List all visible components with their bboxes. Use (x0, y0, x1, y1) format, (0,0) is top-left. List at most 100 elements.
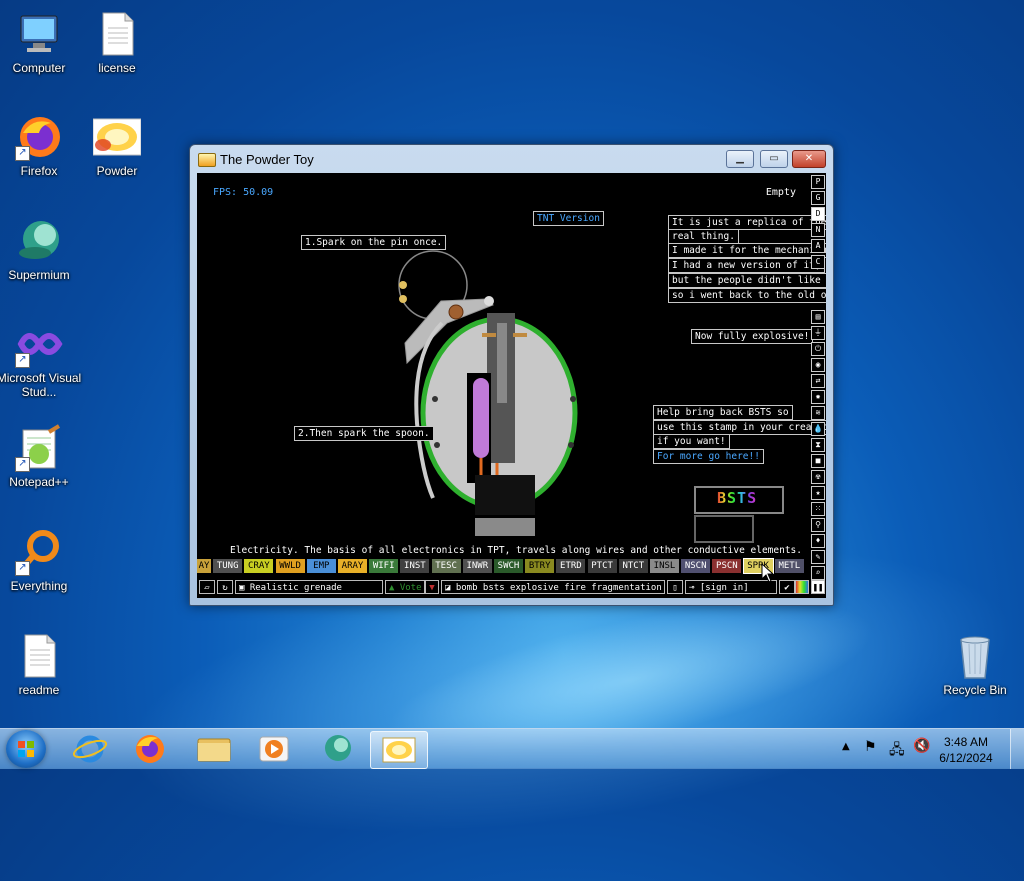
element-button-tung[interactable]: TUNG (213, 559, 243, 573)
maximize-button[interactable]: ▭ (760, 150, 788, 168)
sign-replica-5[interactable]: but the people didn't like it, (668, 273, 826, 288)
taskbar-firefox[interactable] (122, 731, 178, 767)
element-button-insl[interactable]: INSL (650, 559, 679, 573)
category-radioactive-icon[interactable]: ☢ (811, 470, 825, 484)
taskbar-internet-explorer[interactable] (62, 731, 118, 767)
sign-replica-6[interactable]: so i went back to the old one! (668, 288, 826, 303)
desktop-icon-firefox[interactable]: ↗ Firefox (0, 113, 82, 178)
element-button-cray[interactable]: CRAY (244, 559, 274, 573)
desktop-icon-recycle-bin[interactable]: Recycle Bin (932, 632, 1018, 697)
taskbar-supermium[interactable] (310, 731, 366, 767)
tags-field[interactable]: ◪ bomb bsts explosive fire fragmentation… (441, 580, 665, 594)
game-canvas[interactable]: FPS: 50.09 Empty BSTS TNT Version 1.Spar… (197, 173, 826, 598)
element-button-wifi[interactable]: WIFI (369, 559, 399, 573)
close-button[interactable]: ✕ (792, 150, 826, 168)
taskbar-file-explorer[interactable] (186, 731, 242, 767)
category-sensors-icon[interactable]: ◉ (811, 358, 825, 372)
element-button-aray[interactable]: ARAY (338, 559, 367, 573)
start-button[interactable] (6, 730, 46, 768)
element-button-ntct[interactable]: NTCT (618, 559, 648, 573)
category-gases-icon[interactable]: ≋ (811, 406, 825, 420)
volume-muted-icon[interactable]: 🔇 (913, 738, 930, 778)
sign-tnt-version[interactable]: TNT Version (533, 211, 604, 226)
element-button-pscn[interactable]: PSCN (712, 559, 742, 573)
side-button-g[interactable]: G (811, 191, 825, 205)
desktop-icon-powder[interactable]: Powder (74, 113, 160, 178)
sign-bsts-2[interactable]: use this stamp in your creatio (653, 420, 826, 435)
side-button-p[interactable]: P (811, 175, 825, 189)
taskbar-media-player[interactable] (246, 731, 302, 767)
close-icon: ✕ (804, 153, 814, 164)
category-tools-icon[interactable]: ⚲ (811, 518, 825, 532)
category-liquids-icon[interactable]: 💧 (811, 422, 825, 436)
desktop-icon-computer[interactable]: Computer (0, 10, 82, 75)
window-titlebar[interactable]: The Powder Toy ▁ ▭ ✕ (190, 145, 833, 173)
save-name-field[interactable]: ▣ Realistic grenade (235, 580, 383, 594)
shortcut-arrow-icon: ↗ (15, 457, 30, 472)
element-button-swch[interactable]: SWCH (494, 559, 523, 573)
element-button-wwld[interactable]: WWLD (275, 559, 305, 573)
element-button-inst[interactable]: INST (400, 559, 430, 573)
desktop-icon-supermium[interactable]: Supermium (0, 217, 82, 282)
category-special-icon[interactable]: ★ (811, 486, 825, 500)
element-button-emp[interactable]: EMP (306, 559, 336, 573)
visual-studio-icon: ↗ (15, 320, 63, 368)
category-powders-icon[interactable]: ⧗ (811, 438, 825, 452)
sign-replica-4[interactable]: I had a new version of it, (668, 258, 825, 273)
minimize-button[interactable]: ▁ (726, 150, 754, 168)
sign-replica-3[interactable]: I made it for the mechanism. (668, 243, 826, 258)
category-powered-icon[interactable]: ⏻ (811, 342, 825, 356)
action-center-flag-icon[interactable]: ⚑ (864, 739, 877, 779)
new-simulation-button[interactable]: ▯ (667, 580, 683, 594)
vote-down-button[interactable]: ▼ (425, 580, 439, 594)
mouse-cursor-icon (761, 563, 775, 583)
reload-button[interactable]: ↻ (217, 580, 233, 594)
sign-bsts-link[interactable]: For more go here!! (653, 449, 764, 464)
settings-button[interactable]: ✔ (779, 580, 795, 594)
element-button-etrd[interactable]: ETRD (556, 559, 586, 573)
desktop-icon-everything[interactable]: ↗ Everything (0, 528, 82, 593)
pause-button[interactable]: ❚❚ (811, 580, 825, 594)
side-button-d[interactable]: D (811, 207, 825, 221)
category-force-icon[interactable]: ⇄ (811, 374, 825, 388)
tray-expand-icon[interactable]: ▲ (842, 741, 850, 781)
element-button-inwr[interactable]: INWR (462, 559, 492, 573)
category-favorites-icon[interactable]: ♦ (811, 534, 825, 548)
vote-up-button[interactable]: ▲ Vote (385, 580, 425, 594)
sign-bsts-3[interactable]: if you want! (653, 434, 730, 449)
search-icon[interactable]: ⌕ (811, 566, 825, 580)
desktop-icon-readme[interactable]: readme (0, 632, 82, 697)
side-button-n[interactable]: N (811, 223, 825, 237)
element-button-metl[interactable]: METL (774, 559, 804, 573)
category-solids-icon[interactable]: ■ (811, 454, 825, 468)
element-button-tesc[interactable]: TESC (431, 559, 461, 573)
side-button-a[interactable]: A (811, 239, 825, 253)
folder-icon (197, 738, 231, 762)
category-electronics-icon[interactable]: ⏚ (811, 326, 825, 340)
element-button-nscn[interactable]: NSCN (681, 559, 711, 573)
taskbar-powder-toy[interactable] (370, 731, 428, 769)
element-button-ay[interactable]: AY (197, 559, 211, 573)
desktop-icon-license[interactable]: license (74, 10, 160, 75)
category-walls-icon[interactable]: ▤ (811, 310, 825, 324)
show-desktop-button[interactable] (1010, 729, 1024, 769)
clock[interactable]: 3:48 AM 6/12/2024 (936, 734, 996, 766)
element-button-ptct[interactable]: PTCT (587, 559, 617, 573)
network-icon[interactable]: 🖧 (889, 739, 905, 779)
element-button-btry[interactable]: BTRY (525, 559, 555, 573)
sign-replica-2[interactable]: real thing. (668, 229, 739, 244)
sign-explosive[interactable]: Now fully explosive! (691, 329, 814, 344)
sign-replica-1[interactable]: It is just a replica of the (668, 215, 826, 230)
desktop-icon-visual-studio[interactable]: ↗ Microsoft Visual Stud... (0, 320, 82, 399)
display-mode-button[interactable] (795, 580, 809, 594)
side-button-c[interactable]: C (811, 255, 825, 269)
open-save-button[interactable]: ▱ (199, 580, 215, 594)
sign-bsts-1[interactable]: Help bring back BSTS so (653, 405, 793, 420)
category-decor-icon[interactable]: ✎ (811, 550, 825, 564)
sign-step2[interactable]: 2.Then spark the spoon. (294, 426, 434, 441)
sign-step1[interactable]: 1.Spark on the pin once. (301, 235, 447, 250)
desktop-icon-notepadpp[interactable]: ↗ Notepad++ (0, 424, 82, 489)
category-explosives-icon[interactable]: ✸ (811, 390, 825, 404)
category-life-icon[interactable]: ⁙ (811, 502, 825, 516)
bottom-bar: ▱ ↻ ▣ Realistic grenade ▲ Vote ▼ ◪ bomb … (197, 579, 826, 596)
